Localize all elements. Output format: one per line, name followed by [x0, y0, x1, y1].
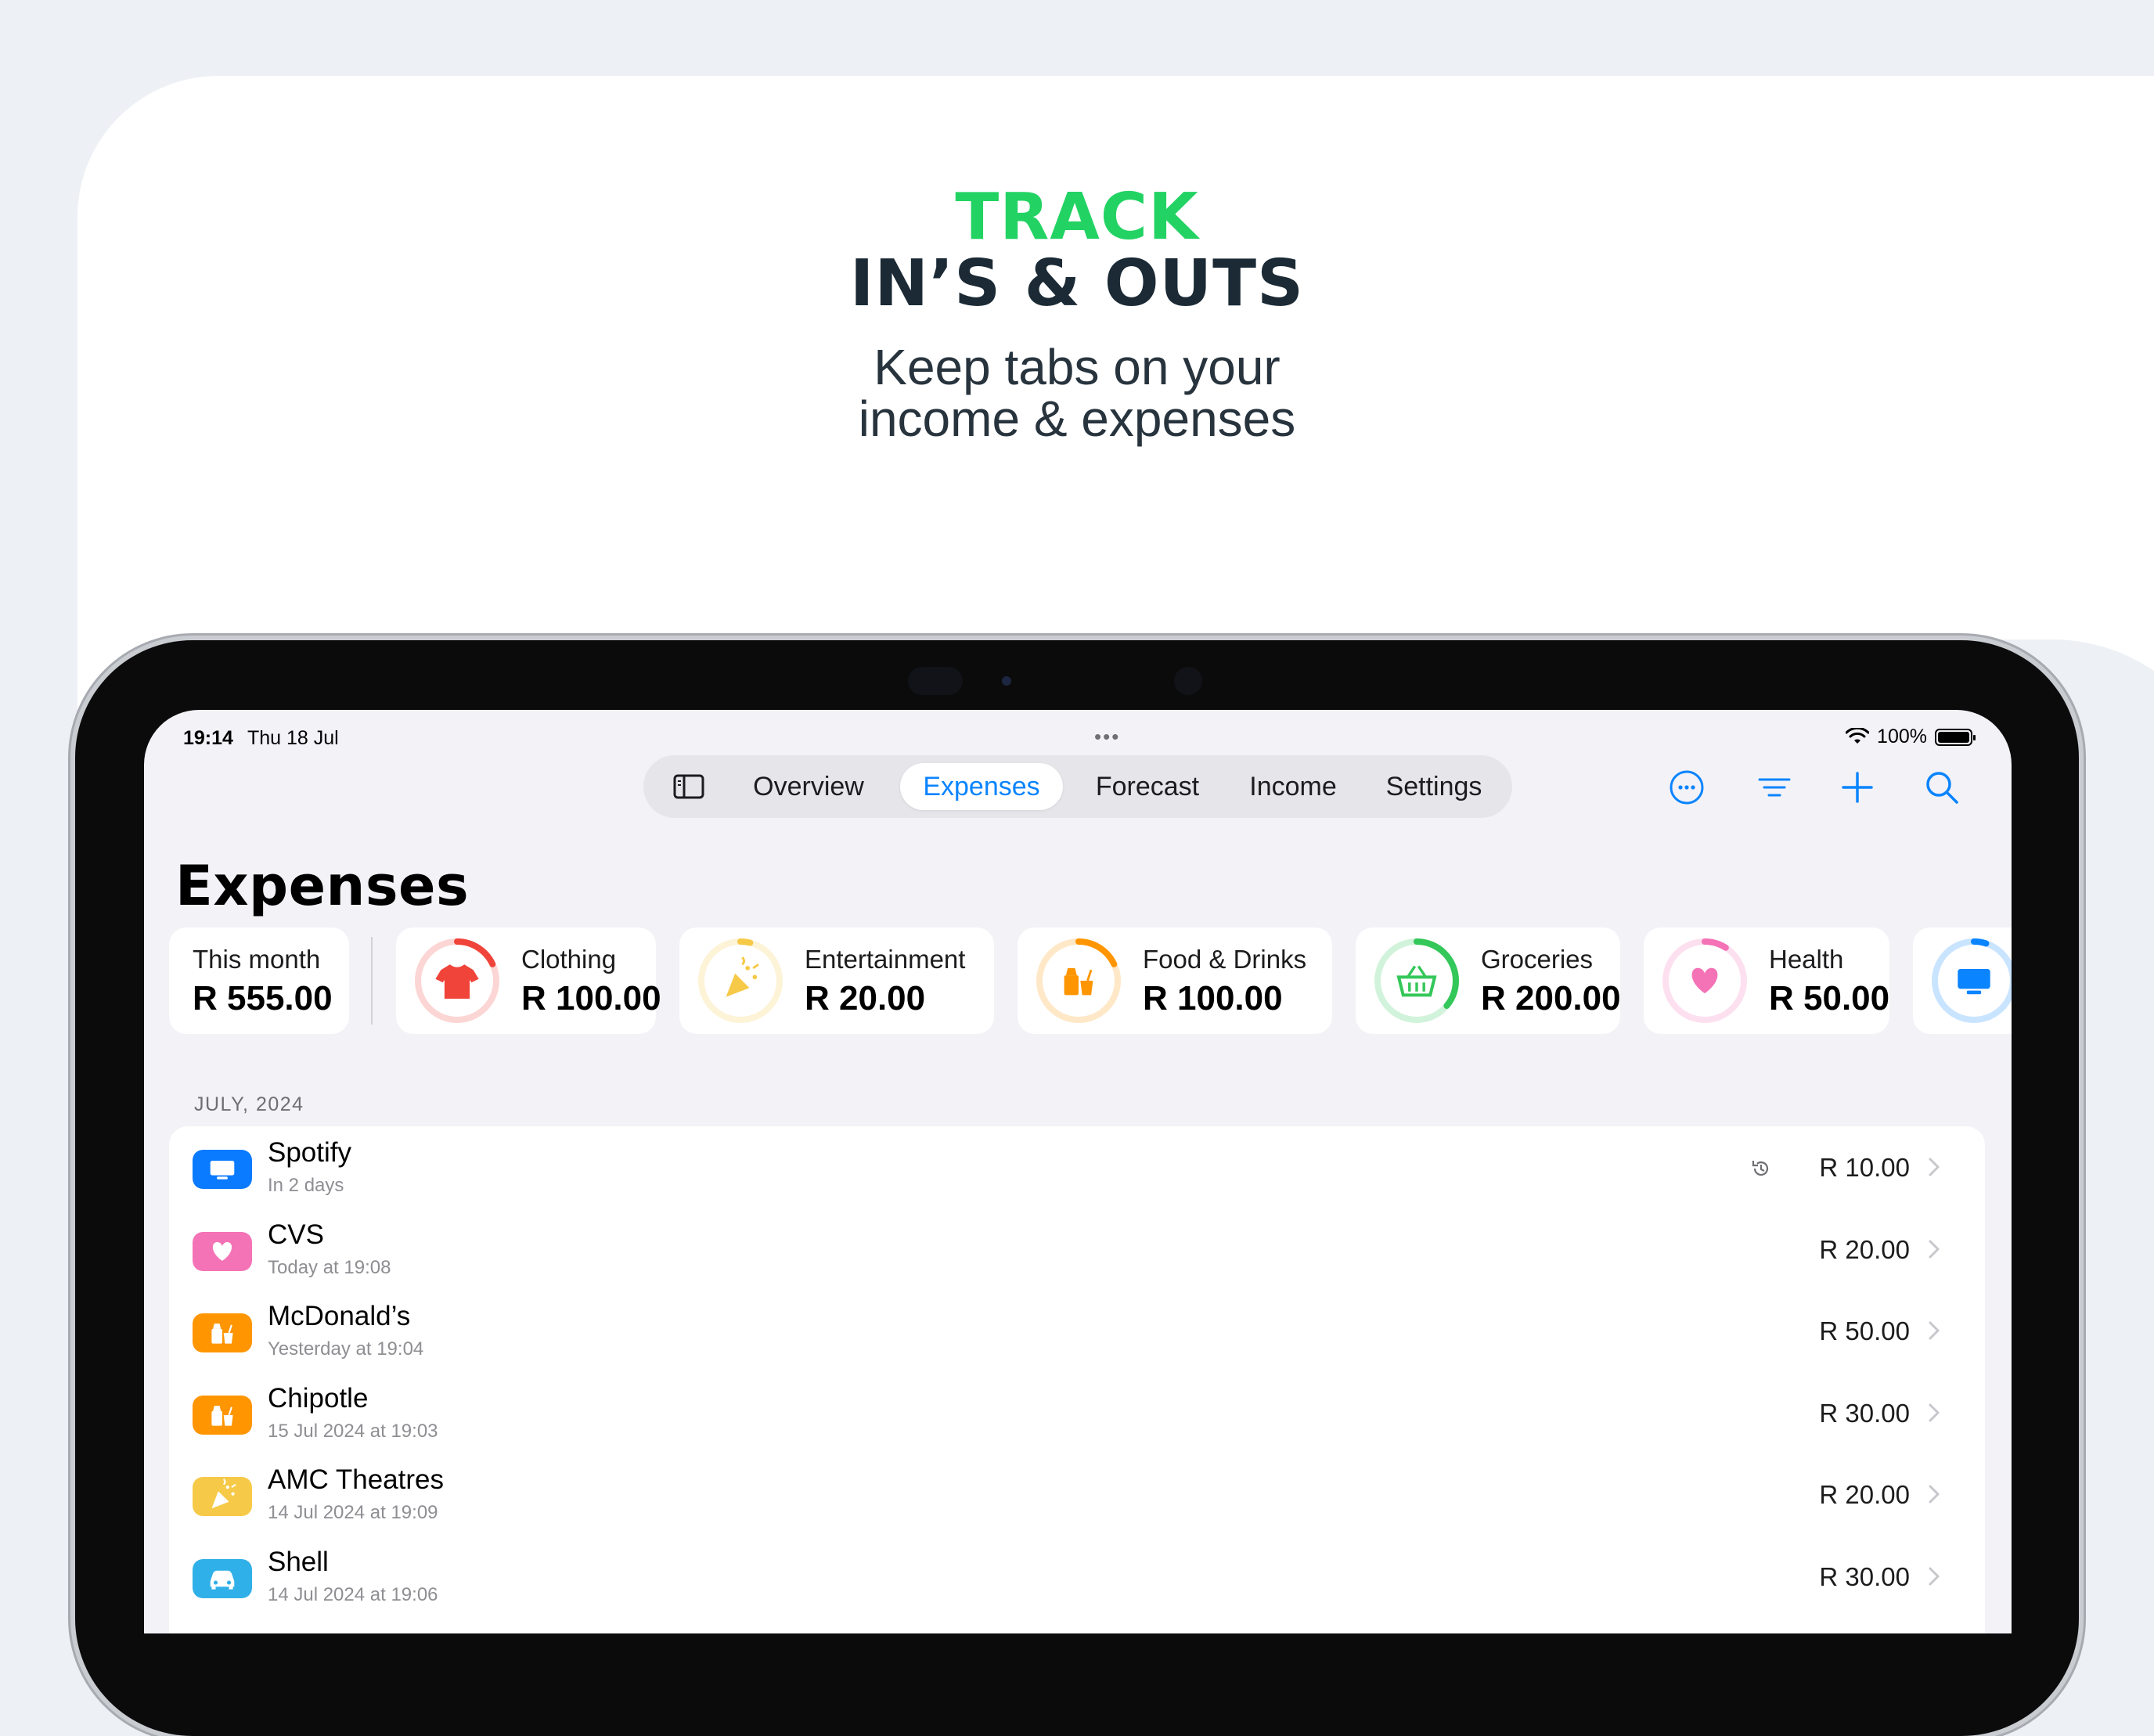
transaction-row[interactable]: CVS Today at 19:08 R 20.00: [169, 1208, 1985, 1290]
transaction-name: AMC Theatres: [268, 1464, 444, 1495]
transaction-date: Yesterday at 19:04: [268, 1338, 424, 1360]
category-label: Health: [1769, 945, 1844, 974]
transaction-row[interactable]: McDonald’s Yesterday at 19:04 R 50.00: [169, 1290, 1985, 1371]
category-card-food-drinks[interactable]: Food & Drinks R 100.00: [1018, 927, 1332, 1034]
tv-icon: [193, 1150, 252, 1189]
transaction-date: 14 Jul 2024 at 19:06: [268, 1583, 438, 1605]
transaction-date: 14 Jul 2024 at 19:09: [268, 1502, 438, 1523]
car-icon: [193, 1558, 252, 1598]
groceries-progress-ring: [1374, 938, 1459, 1023]
transaction-name: Shell: [268, 1546, 329, 1577]
category-amount: R 100.00: [521, 979, 661, 1017]
section-header: JULY, 2024: [194, 1093, 304, 1115]
sensor-housing: [1174, 667, 1202, 695]
camera-housing: [908, 667, 963, 695]
battery-percent: 100%: [1877, 726, 1927, 747]
add-icon[interactable]: [1838, 768, 1877, 807]
transaction-row[interactable]: AMC Theatres 14 Jul 2024 at 19:09 R 20.00: [169, 1453, 1985, 1535]
transaction-name: Chipotle: [268, 1382, 369, 1414]
filter-icon[interactable]: [1755, 768, 1794, 807]
transaction-row[interactable]: Chipotle 15 Jul 2024 at 19:03 R 30.00: [169, 1372, 1985, 1453]
chevron-right-icon: [1929, 1403, 1940, 1421]
category-label: Entertainment: [805, 945, 966, 974]
sidebar-toggle-icon[interactable]: [673, 774, 704, 799]
status-right: 100%: [1846, 726, 1976, 748]
transaction-amount: R 20.00: [1819, 1480, 1910, 1509]
app-screen: 19:14 Thu 18 Jul ••• 100% Overview Expen…: [144, 710, 2012, 1633]
category-label: Groceries: [1481, 945, 1594, 974]
more-icon[interactable]: [1667, 768, 1706, 807]
wifi-icon: [1846, 727, 1870, 744]
heart-icon: [193, 1231, 252, 1271]
subheadline-line2: income & expenses: [858, 391, 1296, 447]
category-amount: R 200.00: [1481, 979, 1621, 1017]
transaction-name: McDonald’s: [268, 1301, 411, 1331]
transaction-row[interactable]: Shell 14 Jul 2024 at 19:06 R 30.00: [169, 1536, 1985, 1617]
cards-divider: [371, 937, 373, 1025]
chevron-right-icon: [1929, 1158, 1940, 1176]
tab-settings[interactable]: Settings: [1370, 763, 1498, 810]
transaction-date: 15 Jul 2024 at 19:03: [268, 1420, 438, 1442]
chevron-right-icon: [1929, 1485, 1940, 1504]
entertainment-progress-ring: [698, 938, 783, 1023]
summary-amount: R 555.00: [193, 979, 333, 1017]
food-drink-icon: [193, 1313, 252, 1352]
category-label: Clothing: [521, 945, 617, 974]
headline: TRACK IN’S & OUTS: [0, 185, 2154, 318]
transaction-name: Spotify: [268, 1137, 351, 1168]
food-drink-icon: [193, 1395, 252, 1435]
tab-income[interactable]: Income: [1230, 763, 1356, 810]
health-progress-ring: [1662, 938, 1747, 1023]
camera-lens: [1002, 676, 1011, 686]
transaction-row[interactable]: Spotify In 2 days R 10.00: [169, 1126, 1985, 1208]
transaction-date: Today at 19:08: [268, 1256, 391, 1278]
subscriptions-progress-ring: [1932, 938, 2012, 1023]
category-amount: R 20.00: [805, 979, 926, 1017]
subheadline: Keep tabs on your income & expenses: [0, 341, 2154, 445]
transaction-name: CVS: [268, 1219, 324, 1250]
chevron-right-icon: [1929, 1567, 1940, 1585]
summary-label: This month: [193, 945, 321, 974]
category-card-clothing[interactable]: Clothing R 100.00: [396, 927, 661, 1034]
status-bar: 19:14 Thu 18 Jul ••• 100%: [183, 719, 1976, 751]
subheadline-line1: Keep tabs on your: [873, 339, 1281, 395]
transaction-list: Spotify In 2 days R 10.00 CVS Today at 19:08…: [169, 1126, 1985, 1633]
tab-expenses[interactable]: Expenses: [900, 763, 1063, 810]
transaction-amount: R 30.00: [1819, 1398, 1910, 1428]
tab-bar: Overview Expenses Forecast Income Settin…: [643, 755, 1512, 818]
transaction-amount: R 10.00: [1819, 1153, 1910, 1182]
tab-forecast[interactable]: Forecast: [1077, 763, 1218, 810]
multitasking-dots-icon[interactable]: •••: [1094, 726, 1120, 747]
battery-icon: [1935, 728, 1976, 746]
chevron-right-icon: [1929, 1321, 1940, 1340]
transaction-date: In 2 days: [268, 1175, 344, 1196]
recurring-icon: [1752, 1161, 1769, 1176]
status-time: 19:14: [183, 727, 233, 749]
category-label: Food & Drinks: [1143, 945, 1307, 974]
search-icon[interactable]: [1922, 768, 1961, 807]
clothing-progress-ring: [415, 938, 499, 1023]
summary-card[interactable]: This month R 555.00: [169, 927, 349, 1034]
chevron-right-icon: [1929, 1240, 1940, 1258]
transaction-amount: R 50.00: [1819, 1316, 1910, 1345]
category-card-health[interactable]: Health R 50.00: [1644, 927, 1889, 1034]
category-cards: This month R 555.00 Clothing R 100.00 En…: [169, 927, 2012, 1034]
headline-ins-outs: IN’S & OUTS: [849, 247, 1305, 321]
category-card-entertainment[interactable]: Entertainment R 20.00: [679, 927, 994, 1034]
status-date: Thu 18 Jul: [247, 727, 339, 749]
category-amount: R 100.00: [1143, 979, 1283, 1017]
transaction-amount: R 20.00: [1819, 1234, 1910, 1264]
category-card-subscriptions[interactable]: [1913, 927, 2012, 1034]
category-card-groceries[interactable]: Groceries R 200.00: [1356, 927, 1621, 1034]
food-drinks-progress-ring: [1036, 938, 1121, 1023]
transaction-amount: R 30.00: [1819, 1561, 1910, 1591]
category-amount: R 50.00: [1769, 979, 1890, 1017]
party-popper-icon: [193, 1477, 252, 1516]
tab-overview[interactable]: Overview: [734, 763, 883, 810]
headline-track: TRACK: [955, 180, 1199, 254]
page-title: Expenses: [175, 854, 470, 918]
